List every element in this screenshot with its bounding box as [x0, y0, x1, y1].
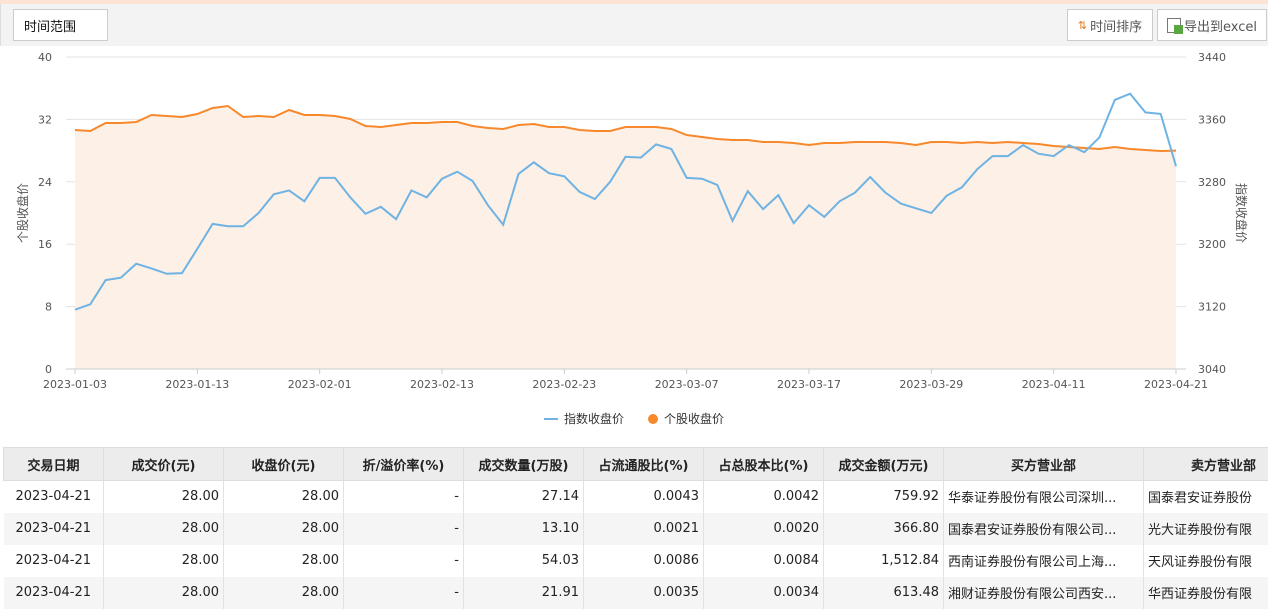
right-axis-label: 指数收盘价	[1234, 183, 1249, 243]
table-cell: 759.92	[824, 481, 944, 513]
table-cell: 28.00	[224, 577, 344, 609]
table-cell: 0.0084	[704, 545, 824, 577]
time-range-button[interactable]: 时间范围	[13, 9, 108, 41]
table-cell: 光大证券股份有限	[1144, 513, 1268, 545]
left-axis-label: 个股收盘价	[15, 183, 30, 243]
table-cell: -	[344, 577, 464, 609]
x-tick-label: 2023-02-23	[532, 378, 596, 391]
column-header[interactable]: 占总股本比(%)	[704, 448, 824, 481]
table-cell: 28.00	[104, 513, 224, 545]
column-header[interactable]: 收盘价(元)	[224, 448, 344, 481]
right-tick-label: 3040	[1198, 363, 1226, 376]
table-cell: 28.00	[224, 481, 344, 513]
table-cell: 613.48	[824, 577, 944, 609]
table-cell: 28.00	[104, 545, 224, 577]
x-tick-label: 2023-01-13	[165, 378, 229, 391]
column-header[interactable]: 交易日期	[4, 448, 104, 481]
table-cell: 21.91	[464, 577, 584, 609]
column-header[interactable]: 买方营业部	[944, 448, 1144, 481]
table-cell: -	[344, 545, 464, 577]
x-tick-label: 2023-04-11	[1022, 378, 1086, 391]
left-tick-label: 8	[45, 301, 52, 314]
table-row[interactable]: 2023-04-2128.0028.00-54.030.00860.00841,…	[4, 545, 1268, 577]
sort-arrows-icon: ⇅	[1078, 19, 1087, 32]
table-cell: 西南证券股份有限公司上海...	[944, 545, 1144, 577]
table-cell: 0.0020	[704, 513, 824, 545]
column-header[interactable]: 成交价(元)	[104, 448, 224, 481]
column-header[interactable]: 占流通股比(%)	[584, 448, 704, 481]
table-cell: 国泰君安证券股份有限公司...	[944, 513, 1144, 545]
legend-index-label: 指数收盘价	[564, 410, 624, 427]
x-tick-label: 2023-02-01	[288, 378, 352, 391]
table-cell: 13.10	[464, 513, 584, 545]
table-cell: 天风证券股份有限	[1144, 545, 1268, 577]
column-header[interactable]: 成交数量(万股)	[464, 448, 584, 481]
table-cell: 华西证券股份有限	[1144, 577, 1268, 609]
export-excel-button[interactable]: 导出到excel	[1157, 9, 1267, 41]
stock-area	[75, 106, 1176, 369]
column-header[interactable]: 折/溢价率(%)	[344, 448, 464, 481]
table-cell: 2023-04-21	[4, 545, 104, 577]
x-tick-label: 2023-04-21	[1144, 378, 1208, 391]
x-tick-label: 2023-01-03	[43, 378, 107, 391]
column-header[interactable]: 成交金额(万元)	[824, 448, 944, 481]
chart-legend: 指数收盘价 个股收盘价	[0, 410, 1268, 427]
table-cell: 28.00	[104, 481, 224, 513]
table-row[interactable]: 2023-04-2128.0028.00-27.140.00430.004275…	[4, 481, 1268, 513]
right-tick-label: 3280	[1198, 176, 1226, 189]
toolbar: 时间范围 ⇅ 时间排序 导出到excel	[0, 4, 1268, 46]
legend-index[interactable]: 指数收盘价	[544, 410, 624, 427]
x-tick-label: 2023-02-13	[410, 378, 474, 391]
right-tick-label: 3440	[1198, 51, 1226, 64]
table-cell: 0.0035	[584, 577, 704, 609]
table-cell: 366.80	[824, 513, 944, 545]
left-tick-label: 0	[45, 363, 52, 376]
table-cell: 国泰君安证券股份	[1144, 481, 1268, 513]
left-tick-label: 16	[38, 238, 52, 251]
line-icon	[544, 418, 558, 420]
table-cell: 湘财证券股份有限公司西安...	[944, 577, 1144, 609]
left-tick-label: 40	[38, 51, 52, 64]
table-header: 交易日期成交价(元)收盘价(元)折/溢价率(%)成交数量(万股)占流通股比(%)…	[4, 448, 1268, 481]
export-label: 导出到excel	[1184, 16, 1257, 35]
table-cell: 0.0086	[584, 545, 704, 577]
table-cell: 0.0042	[704, 481, 824, 513]
right-tick-label: 3360	[1198, 113, 1226, 126]
right-tick-label: 3120	[1198, 301, 1226, 314]
table-cell: 华泰证券股份有限公司深圳...	[944, 481, 1144, 513]
table-row[interactable]: 2023-04-2128.0028.00-13.100.00210.002036…	[4, 513, 1268, 545]
table-cell: 2023-04-21	[4, 577, 104, 609]
table-cell: 1,512.84	[824, 545, 944, 577]
table-row[interactable]: 2023-04-2128.0028.00-21.910.00350.003461…	[4, 577, 1268, 609]
table-cell: 2023-04-21	[4, 513, 104, 545]
right-tick-label: 3200	[1198, 238, 1226, 251]
table-cell: -	[344, 513, 464, 545]
table-cell: 2023-04-21	[4, 481, 104, 513]
legend-stock-label: 个股收盘价	[664, 410, 724, 427]
table-cell: 0.0021	[584, 513, 704, 545]
table-cell: -	[344, 481, 464, 513]
table-cell: 0.0043	[584, 481, 704, 513]
table-cell: 28.00	[104, 577, 224, 609]
dot-icon	[648, 414, 658, 424]
x-tick-label: 2023-03-29	[899, 378, 963, 391]
left-tick-label: 24	[38, 176, 52, 189]
table-cell: 27.14	[464, 481, 584, 513]
table-cell: 28.00	[224, 513, 344, 545]
excel-icon	[1167, 18, 1181, 33]
left-tick-label: 32	[38, 113, 52, 126]
table-cell: 28.00	[224, 545, 344, 577]
table-cell: 54.03	[464, 545, 584, 577]
x-tick-label: 2023-03-07	[655, 378, 719, 391]
legend-stock[interactable]: 个股收盘价	[648, 410, 724, 427]
x-tick-label: 2023-03-17	[777, 378, 841, 391]
time-sort-button[interactable]: ⇅ 时间排序	[1067, 9, 1153, 41]
column-header[interactable]: 卖方营业部	[1144, 448, 1268, 481]
block-trade-table: 交易日期成交价(元)收盘价(元)折/溢价率(%)成交数量(万股)占流通股比(%)…	[3, 447, 1268, 609]
time-sort-label: 时间排序	[1090, 16, 1142, 35]
table-cell: 0.0034	[704, 577, 824, 609]
price-chart: 0 8 16 24 32 40 3040 3120 3200 3280 3360 3440 2023-0…	[0, 46, 1268, 441]
